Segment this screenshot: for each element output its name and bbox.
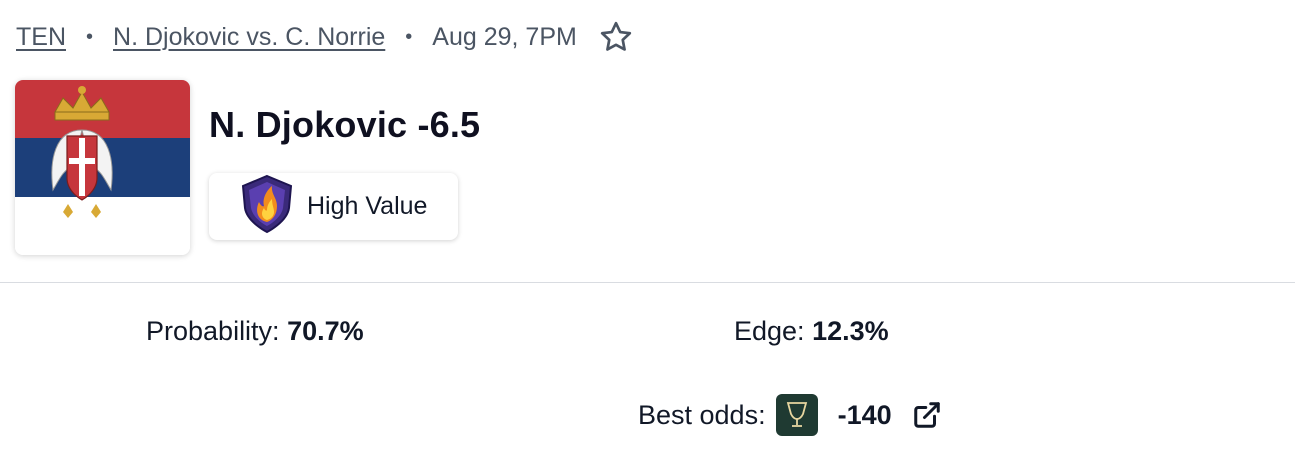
breadcrumb-separator: • [86,25,94,48]
edge-stat: Edge: 12.3% [734,316,889,347]
best-odds-label: Best odds: [638,399,766,430]
best-odds-stat: Best odds: -140 [638,394,944,436]
breadcrumb: TEN • N. Djokovic vs. C. Norrie • Aug 29… [16,18,635,56]
favorite-star-icon[interactable] [597,18,635,56]
external-link-icon[interactable] [910,398,944,432]
probability-value: 70.7% [287,316,364,346]
flame-shield-icon [239,174,295,239]
serbia-flag-icon [15,80,190,255]
match-date: Aug 29, 7PM [432,22,577,51]
sport-link[interactable]: TEN [16,23,66,52]
high-value-badge: High Value [209,173,458,240]
sportsbook-goblet-icon[interactable] [775,394,818,436]
best-odds-value: -140 [837,399,892,430]
divider [0,282,1295,283]
edge-value: 12.3% [812,316,889,346]
match-link[interactable]: N. Djokovic vs. C. Norrie [113,23,385,52]
breadcrumb-separator: • [405,25,413,48]
badge-label: High Value [307,192,428,220]
probability-label: Probability: [146,316,280,346]
pick-title: N. Djokovic -6.5 [209,104,481,145]
edge-label: Edge: [734,316,805,346]
probability-stat: Probability: 70.7% [146,316,364,347]
